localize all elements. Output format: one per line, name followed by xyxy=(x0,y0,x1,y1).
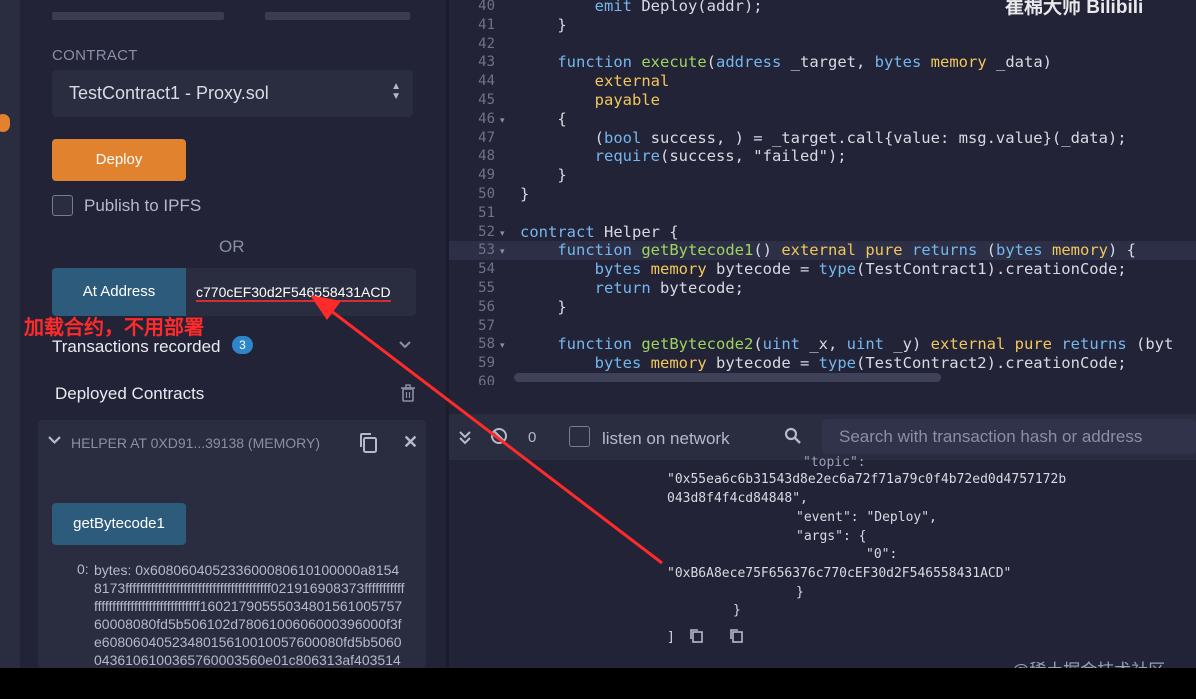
line-number: 45 xyxy=(478,92,495,108)
line-number: 43 xyxy=(478,54,495,71)
close-icon[interactable]: ✕ xyxy=(403,432,418,453)
line-number: 40 xyxy=(478,0,495,14)
collapse-terminal-icon[interactable] xyxy=(458,431,476,449)
chevron-down-icon[interactable] xyxy=(48,433,61,448)
log-line: } xyxy=(796,585,804,600)
terminal-toolbar-icons xyxy=(458,427,508,450)
video-letterbox xyxy=(0,668,1196,699)
line-number: 53 xyxy=(478,242,495,259)
fold-toggle-icon[interactable]: ▾ xyxy=(500,340,505,351)
chevron-down-icon[interactable] xyxy=(398,337,412,353)
code-line: return bytecode; xyxy=(594,279,744,297)
or-separator: OR xyxy=(219,237,245,256)
contract-select-value: TestContract1 - Proxy.sol xyxy=(69,83,269,103)
code-line: function execute(address _target, bytes … xyxy=(557,53,1052,72)
line-number: 60 xyxy=(478,374,495,385)
select-arrows-icon: ▲ ▼ xyxy=(391,81,401,102)
line-number: 56 xyxy=(478,298,495,315)
fold-toggle-icon[interactable]: ▾ xyxy=(500,115,505,126)
video-watermark: 崔棉大师 Bilibili xyxy=(1005,0,1144,18)
log-line: ] xyxy=(667,630,675,645)
log-line: "args": { xyxy=(796,529,867,544)
log-line: "event": "Deploy", xyxy=(796,510,937,525)
code-line: } xyxy=(520,166,567,185)
log-line: } xyxy=(733,603,741,618)
line-number: 48 xyxy=(478,148,495,165)
log-line: "0": xyxy=(866,547,898,562)
line-number: 41 xyxy=(478,16,495,33)
copy-icon[interactable] xyxy=(689,628,703,643)
copy-icon[interactable] xyxy=(729,628,743,643)
top-control-left[interactable] xyxy=(52,12,224,20)
clear-console-icon[interactable] xyxy=(490,428,508,449)
editor-horizontal-scrollbar[interactable] xyxy=(514,373,941,382)
line-number: 55 xyxy=(478,280,495,296)
at-address-button[interactable]: At Address xyxy=(52,268,186,316)
code-line: emit Deploy(addr); xyxy=(594,0,763,15)
instance-title[interactable]: HELPER AT 0XD91...39138 (MEMORY) xyxy=(71,435,320,451)
code-line: function getBytecode2(uint _x, uint _y) … xyxy=(557,335,1174,354)
fold-toggle-icon[interactable]: ▾ xyxy=(500,228,505,239)
terminal-output xyxy=(449,460,1196,668)
line-number: 42 xyxy=(478,35,495,52)
contract-section-label: CONTRACT xyxy=(52,47,138,64)
listen-network-label: listen on network xyxy=(602,429,730,448)
line-number: 51 xyxy=(478,204,495,221)
transactions-recorded-label[interactable]: Transactions recorded xyxy=(52,337,221,357)
site-watermark: @稀土掘金技术社区 xyxy=(1012,656,1165,668)
code-line: function getBytecode1() external pure re… xyxy=(557,241,1136,260)
code-editor[interactable]: 40 41 42 43 44 45 46 ▾ 47 48 49 50 51 52 ▾ 53 ▾ 54 55 56 57 5… xyxy=(449,0,1196,385)
line-number: 58 xyxy=(478,336,495,353)
transactions-count-badge: 3 xyxy=(232,336,253,354)
code-line: bytes memory bytecode = type(TestContrac… xyxy=(594,260,1127,279)
line-number-gutter: 40 41 42 43 44 45 46 ▾ 47 48 49 50 51 52 ▾ 53 ▾ 54 55 56 57 5… xyxy=(449,0,515,385)
log-line: 043d8f4f4cd84848", xyxy=(667,491,808,506)
line-number: 47 xyxy=(478,129,495,146)
annotation-text: 加载合约，不用部署 xyxy=(24,317,204,339)
at-address-value: c770cEF30d2F546558431ACD xyxy=(196,284,391,302)
code-line: (bool success, ) = _target.call{value: m… xyxy=(520,128,1127,147)
fold-toggle-icon[interactable]: ▾ xyxy=(500,246,505,257)
log-line: "0xB6A8ece75F656376c770cEF30d2F546558431… xyxy=(667,566,1012,581)
log-line: "topic": xyxy=(803,455,866,470)
deployed-contracts-label: Deployed Contracts xyxy=(55,384,205,403)
deploy-button[interactable]: Deploy xyxy=(52,139,186,181)
result-bytes-value: bytes: 0x608060405233600080610100000a815… xyxy=(94,562,405,668)
listen-network-checkbox[interactable] xyxy=(569,426,590,447)
line-number: 54 xyxy=(478,261,495,278)
code-line: payable xyxy=(594,91,660,109)
result-index: 0: xyxy=(77,561,89,577)
line-number: 59 xyxy=(478,355,495,372)
log-line: "0x55ea6c6b31543d8e2ec6a72f71a79c0f4b72e… xyxy=(667,472,1067,487)
code-line: } xyxy=(520,15,567,34)
copy-icon[interactable] xyxy=(358,432,378,454)
icon-sidebar-edge xyxy=(0,0,20,668)
publish-ipfs-checkbox[interactable] xyxy=(52,195,73,216)
code-line: } xyxy=(520,185,530,203)
plugin-badge-icon[interactable] xyxy=(0,114,10,132)
code-line: bytes memory bytecode = type(TestContrac… xyxy=(594,354,1127,373)
code-line: require(success, "failed"); xyxy=(594,147,847,166)
line-number: 44 xyxy=(478,73,495,90)
remix-ide-window: CONTRACT TestContract1 - Proxy.sol ▲ ▼ De… xyxy=(0,0,1196,668)
pending-tx-count: 0 xyxy=(528,429,537,446)
transaction-search-input[interactable]: Search with transaction hash or address xyxy=(822,419,1196,454)
search-icon xyxy=(784,427,802,445)
at-address-input[interactable]: c770cEF30d2F546558431ACD xyxy=(186,268,416,316)
get-bytecode1-button[interactable]: getBytecode1 xyxy=(52,503,186,545)
trash-icon[interactable] xyxy=(400,384,416,402)
top-control-right[interactable] xyxy=(265,12,410,20)
code-line: contract Helper { xyxy=(520,222,679,241)
line-number: 49 xyxy=(478,167,495,184)
line-number: 50 xyxy=(478,186,495,202)
code-line: } xyxy=(520,297,567,316)
code-line: external xyxy=(594,72,670,91)
code-line: { xyxy=(520,109,567,128)
publish-ipfs-label: Publish to IPFS xyxy=(84,196,202,215)
line-number: 57 xyxy=(478,317,495,334)
contract-select[interactable]: TestContract1 - Proxy.sol ▲ ▼ xyxy=(52,70,413,117)
line-number: 46 xyxy=(478,110,495,127)
line-number: 52 xyxy=(478,223,495,240)
